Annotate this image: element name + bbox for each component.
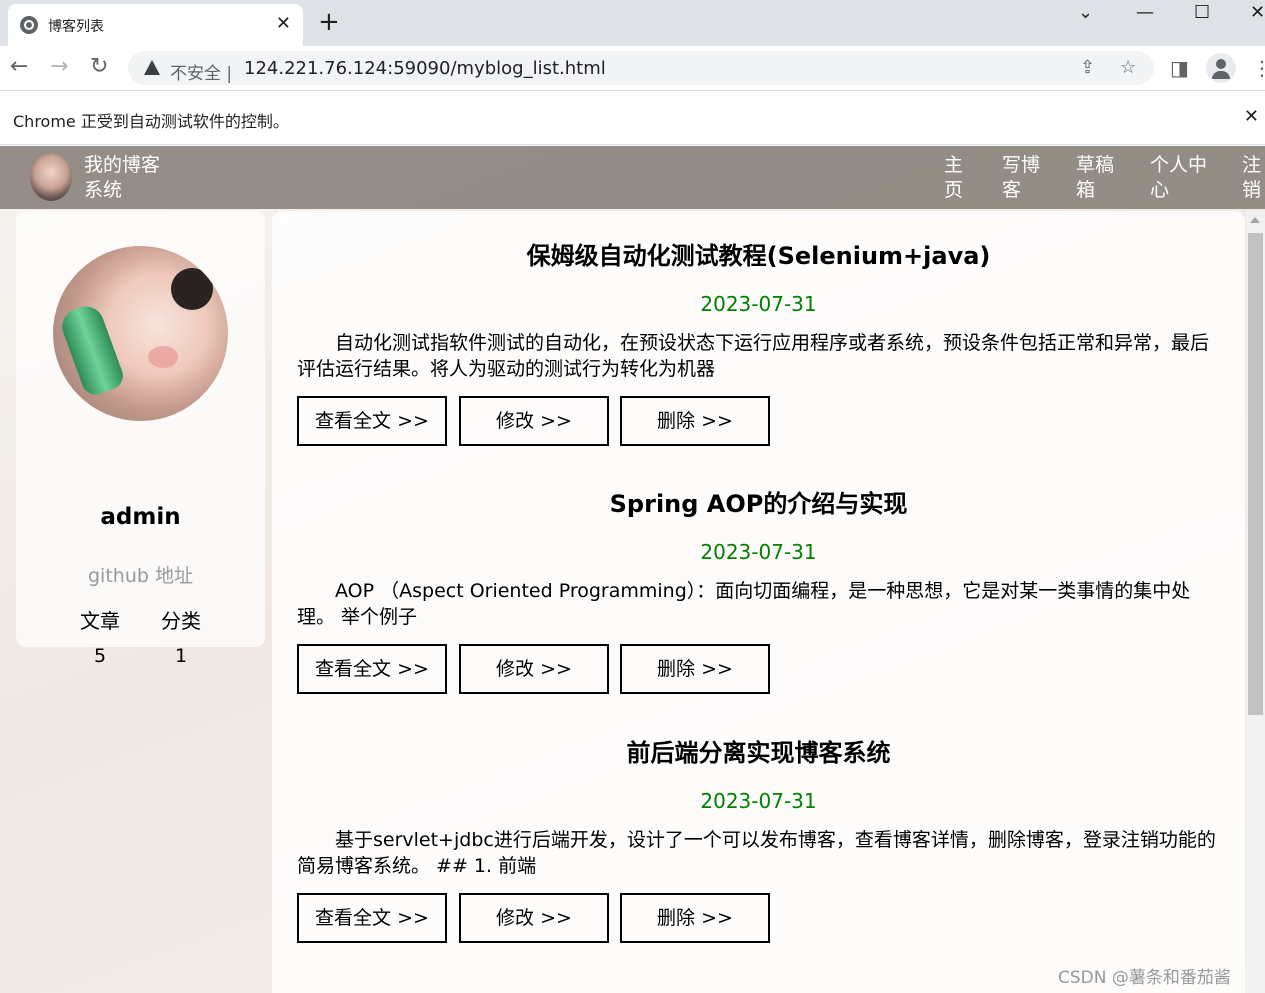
browser-tab-bar: 博客列表 ✕ + ⌄ — ☐ ✕: [0, 0, 1265, 46]
globe-icon: [20, 16, 38, 34]
post-description: 自动化测试指软件测试的自动化，在预设状态下运行应用程序或者系统，预设条件包括正常…: [297, 332, 1210, 380]
post-description: AOP （Aspect Oriented Programming）：面向切面编程…: [297, 580, 1191, 628]
post-description: 基于servlet+jdbc进行后端开发，设计了一个可以发布博客，查看博客详情，…: [297, 829, 1216, 877]
profile-card: admin github 地址 文章 分类 5 1: [16, 211, 265, 667]
profile-icon[interactable]: [1206, 53, 1236, 83]
avatar: [53, 246, 228, 421]
star-icon[interactable]: ☆: [1120, 57, 1136, 78]
post-title: 保姆级自动化测试教程(Selenium+java): [526, 242, 991, 270]
close-window-icon[interactable]: ✕: [1250, 2, 1265, 23]
github-link[interactable]: github 地址: [16, 561, 265, 588]
infobar-close-icon[interactable]: ✕: [1244, 106, 1259, 127]
view-full-button[interactable]: 查看全文 >>: [297, 893, 447, 943]
nav-write-blog[interactable]: 写博客: [1002, 153, 1046, 203]
delete-button[interactable]: 删除 >>: [620, 644, 770, 694]
nav-personal-center[interactable]: 个人中心: [1150, 153, 1216, 203]
post-date: 2023-07-31: [700, 540, 817, 564]
scroll-up-icon[interactable]: [1250, 217, 1260, 223]
site-title: 我的博客系统: [84, 154, 161, 201]
reload-icon[interactable]: ↻: [90, 56, 108, 78]
nav-drafts[interactable]: 草稿箱: [1076, 153, 1120, 203]
post-title: 前后端分离实现博客系统: [626, 739, 891, 767]
page-content: 我的博客系统 主页 写博客 草稿箱 个人中心 注销 admin github 地…: [0, 146, 1265, 993]
stat-articles-label: 文章: [80, 609, 120, 633]
nav-logout[interactable]: 注销: [1242, 153, 1265, 203]
post-date: 2023-07-31: [700, 292, 817, 316]
back-icon[interactable]: ←: [10, 56, 28, 78]
post-date: 2023-07-31: [700, 789, 817, 813]
edit-button[interactable]: 修改 >>: [459, 893, 609, 943]
edit-button[interactable]: 修改 >>: [459, 396, 609, 446]
scroll-thumb[interactable]: [1248, 233, 1263, 715]
tab-close-icon[interactable]: ✕: [276, 13, 291, 34]
site-navbar: 我的博客系统 主页 写博客 草稿箱 个人中心 注销: [0, 146, 1265, 209]
infobar-text: Chrome 正受到自动测试软件的控制。: [13, 112, 289, 131]
automation-infobar: Chrome 正受到自动测试软件的控制。 ✕: [0, 90, 1265, 145]
tab-title: 博客列表: [48, 19, 104, 35]
side-panel-icon[interactable]: ◨: [1170, 56, 1189, 80]
delete-button[interactable]: 删除 >>: [620, 893, 770, 943]
post-title: Spring AOP的介绍与实现: [609, 490, 908, 518]
url-text[interactable]: 124.221.76.124:59090/myblog_list.html: [244, 58, 606, 79]
watermark: CSDN @薯条和番茄酱: [1058, 968, 1231, 988]
menu-icon[interactable]: ⋮: [1252, 56, 1265, 80]
browser-toolbar: ← → ↻ 不安全 | 124.221.76.124:59090/myblog_…: [0, 46, 1265, 90]
username: admin: [100, 504, 181, 530]
delete-button[interactable]: 删除 >>: [620, 396, 770, 446]
browser-tab[interactable]: 博客列表 ✕: [8, 4, 303, 46]
page-scrollbar[interactable]: [1246, 211, 1265, 993]
edit-button[interactable]: 修改 >>: [459, 644, 609, 694]
insecure-label: 不安全 |: [170, 64, 233, 84]
share-icon[interactable]: ⇪: [1080, 57, 1095, 78]
tab-search-icon[interactable]: ⌄: [1078, 2, 1093, 23]
nav-home[interactable]: 主页: [944, 153, 968, 203]
address-bar[interactable]: 不安全 | 124.221.76.124:59090/myblog_list.h…: [128, 51, 1154, 85]
new-tab-button[interactable]: +: [318, 8, 340, 36]
stat-articles-value: 5: [94, 645, 107, 667]
stat-categories-value: 1: [175, 645, 188, 667]
forward-icon[interactable]: →: [50, 56, 68, 78]
warning-icon: [144, 60, 160, 75]
stat-categories-label: 分类: [161, 609, 201, 633]
minimize-icon[interactable]: —: [1136, 2, 1154, 23]
blog-list: 保姆级自动化测试教程(Selenium+java) 2023-07-31 自动化…: [272, 211, 1245, 993]
maximize-icon[interactable]: ☐: [1194, 2, 1210, 23]
view-full-button[interactable]: 查看全文 >>: [297, 396, 447, 446]
site-logo: [30, 153, 72, 201]
view-full-button[interactable]: 查看全文 >>: [297, 644, 447, 694]
